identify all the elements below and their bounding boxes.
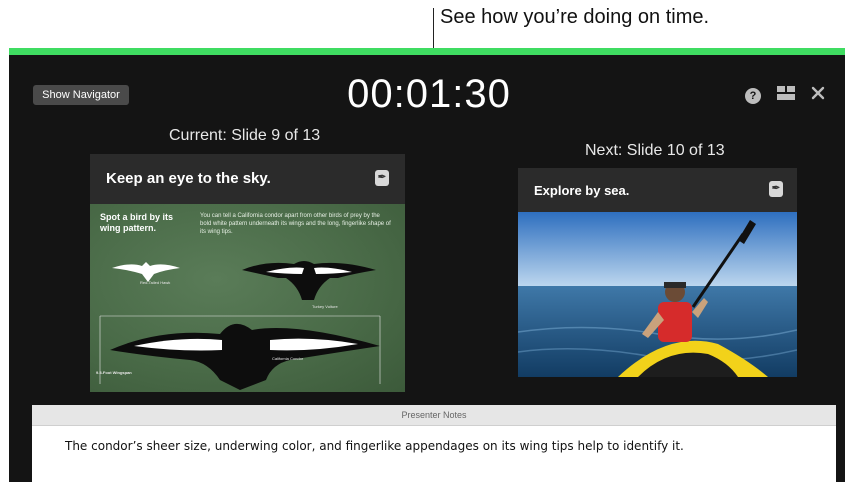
close-icon[interactable] [811, 86, 825, 105]
toolbar-icons: ? [745, 86, 825, 105]
next-slide-header: Explore by sea. ✒ [518, 168, 797, 212]
presenter-notes-text[interactable]: The condor’s sheer size, underwing color… [32, 426, 836, 453]
next-slide-title: Explore by sea. [534, 183, 630, 198]
pen-icon: ✒ [769, 181, 783, 197]
next-slide[interactable]: Explore by sea. ✒ [518, 168, 797, 377]
bird-label: California Condor [272, 356, 304, 361]
bird-label: Red-Tailed Hawk [140, 280, 171, 285]
show-navigator-button[interactable]: Show Navigator [33, 85, 129, 105]
kayak-photo [518, 212, 797, 377]
layout-icon[interactable] [777, 86, 795, 105]
presenter-display: Show Navigator 00:01:30 ? Current: Slide… [9, 48, 845, 482]
current-slide-label: Current: Slide 9 of 13 [169, 127, 321, 144]
current-slide[interactable]: Keep an eye to the sky. ✒ Spot a bird by… [90, 154, 405, 392]
help-icon[interactable]: ? [745, 87, 761, 104]
current-slide-title: Keep an eye to the sky. [106, 170, 271, 187]
condor-silhouette [110, 323, 380, 390]
wingspan-label: 9.5-Foot Wingspan [96, 370, 132, 375]
elapsed-timer[interactable]: 00:01:30 [329, 72, 529, 117]
hawk-silhouette [112, 262, 180, 282]
current-slide-body: Spot a bird by its wing pattern. You can… [90, 204, 405, 392]
pen-icon: ✒ [375, 170, 389, 186]
timer-status-bar [9, 48, 845, 55]
bird-silhouettes [99, 261, 381, 390]
vulture-silhouette [242, 261, 376, 300]
current-slide-header: Keep an eye to the sky. ✒ [90, 154, 405, 204]
next-slide-label: Next: Slide 10 of 13 [585, 142, 725, 159]
bird-label: Turkey Vulture [312, 304, 338, 309]
presenter-notes-header: Presenter Notes [32, 405, 836, 426]
callout-text: See how you’re doing on time. [440, 6, 710, 28]
presenter-notes-panel[interactable]: Presenter Notes The condor’s sheer size,… [32, 405, 836, 482]
